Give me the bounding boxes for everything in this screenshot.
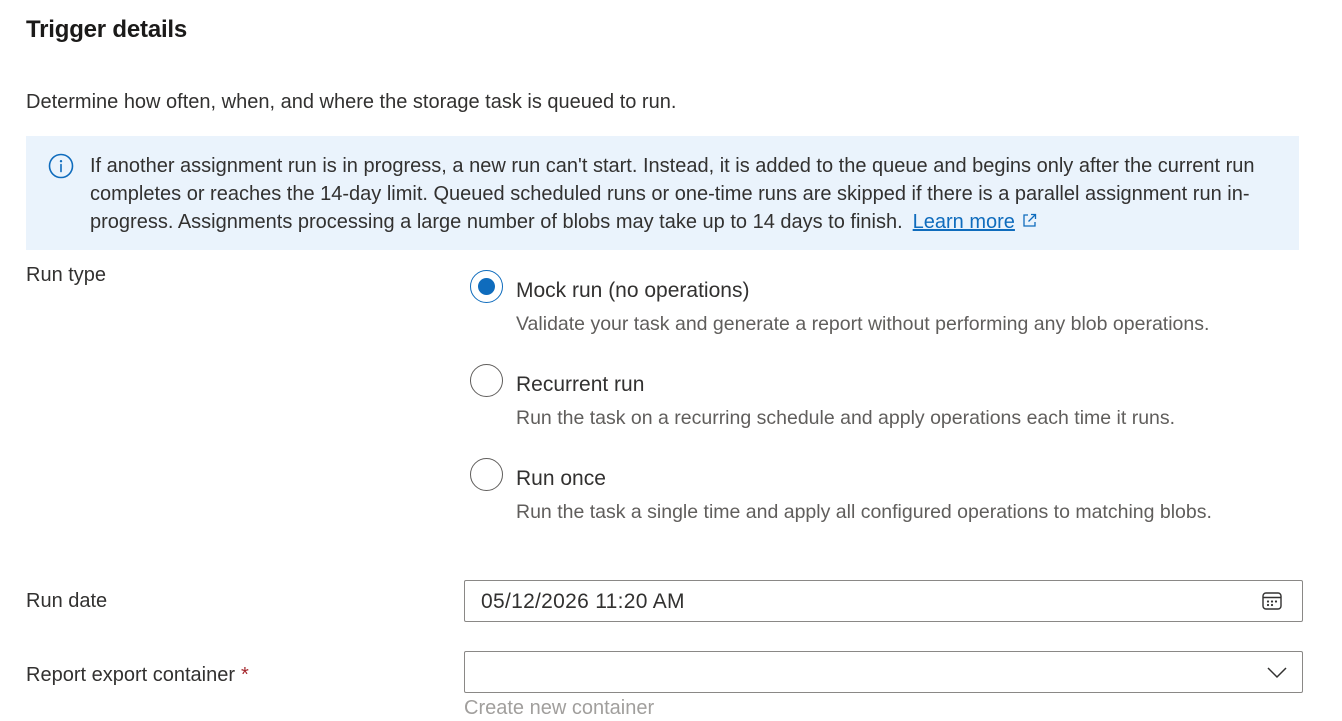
mock-run-label[interactable]: Mock run (no operations) bbox=[516, 279, 749, 303]
trigger-details-page: Trigger details Determine how often, whe… bbox=[0, 0, 1342, 721]
recurrent-run-description: Run the task on a recurring schedule and… bbox=[516, 407, 1176, 429]
report-export-container-text: Report export container bbox=[26, 664, 236, 686]
radio-mock-run[interactable] bbox=[470, 270, 503, 303]
info-message-text: If another assignment run is in progress… bbox=[90, 152, 1282, 236]
radio-run-once[interactable] bbox=[470, 458, 503, 491]
radio-recurrent-run[interactable] bbox=[470, 364, 503, 397]
run-date-value: 05/12/2026 11:20 AM bbox=[481, 590, 685, 613]
chevron-down-icon[interactable] bbox=[1265, 662, 1289, 682]
section-description: Determine how often, when, and where the… bbox=[26, 91, 677, 113]
run-date-label: Run date bbox=[26, 590, 108, 612]
report-export-container-dropdown[interactable] bbox=[464, 651, 1303, 693]
info-icon bbox=[48, 153, 74, 179]
mock-run-description: Validate your task and generate a report… bbox=[516, 313, 1210, 335]
section-title: Trigger details bbox=[26, 16, 188, 43]
run-date-input[interactable]: 05/12/2026 11:20 AM bbox=[464, 580, 1303, 622]
info-message-bar: If another assignment run is in progress… bbox=[26, 136, 1299, 250]
run-once-label[interactable]: Run once bbox=[516, 467, 606, 491]
learn-more-label: Learn more bbox=[912, 211, 1015, 233]
learn-more-link[interactable]: Learn more bbox=[913, 211, 1015, 233]
calendar-icon[interactable] bbox=[1261, 590, 1283, 612]
required-indicator: * bbox=[241, 664, 249, 686]
create-new-container-link[interactable]: Create new container bbox=[464, 697, 654, 720]
report-export-container-label: Report export container * bbox=[26, 664, 249, 687]
run-once-description: Run the task a single time and apply all… bbox=[516, 501, 1212, 523]
info-message-body: If another assignment run is in progress… bbox=[90, 155, 1255, 233]
recurrent-run-label[interactable]: Recurrent run bbox=[516, 373, 644, 397]
run-type-label: Run type bbox=[26, 264, 107, 286]
external-link-icon[interactable] bbox=[1021, 209, 1038, 227]
